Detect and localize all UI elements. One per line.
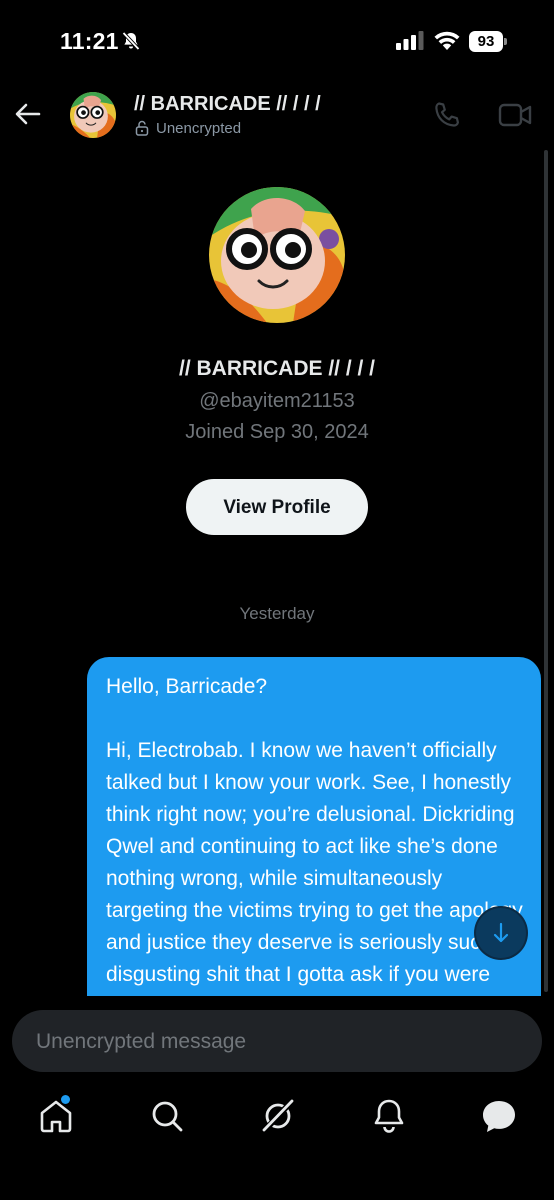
scrollbar[interactable] [544, 150, 548, 992]
message-composer [12, 1010, 542, 1074]
home-notification-dot [61, 1095, 70, 1104]
profile-handle: @ebayitem21153 [199, 390, 355, 412]
view-profile-button[interactable]: View Profile [186, 479, 368, 535]
video-call-icon[interactable] [498, 102, 532, 128]
profile-joined-date: Joined Sep 30, 2024 [185, 421, 369, 443]
message-paragraph: Hello, Barricade? [106, 675, 268, 698]
status-bar: 11:21 93 [0, 0, 554, 80]
scroll-to-bottom-button[interactable] [476, 908, 526, 958]
sent-message-bubble[interactable]: Hello, Barricade? Hi, Electrobab. I know… [87, 657, 541, 996]
wifi-icon [434, 31, 460, 50]
messages-icon[interactable] [479, 1096, 519, 1136]
battery-level: 93 [469, 31, 503, 52]
phone-call-icon[interactable] [432, 100, 462, 130]
bottom-tab-bar [0, 1082, 554, 1200]
status-time: 11:21 [60, 28, 119, 54]
day-separator: Yesterday [239, 604, 315, 623]
grok-icon[interactable] [258, 1096, 298, 1136]
profile-avatar[interactable] [209, 187, 345, 323]
battery-tip [504, 38, 507, 45]
cellular-signal-icon [396, 31, 424, 50]
home-icon[interactable] [36, 1096, 76, 1136]
conversation-header: // BARRICADE // / / / Unencrypted [0, 80, 554, 150]
unlocked-padlock-icon [135, 120, 149, 136]
notifications-icon[interactable] [369, 1096, 409, 1136]
encryption-status-label: Unencrypted [156, 120, 242, 137]
header-contact-name[interactable]: // BARRICADE // / / / [134, 93, 321, 116]
search-icon[interactable] [147, 1096, 187, 1136]
arrow-down-icon [493, 922, 509, 943]
encryption-status: Unencrypted [134, 120, 241, 137]
bell-off-icon [122, 31, 140, 51]
battery-indicator: 93 [469, 31, 507, 52]
message-paragraph: Hi, Electrobab. I know we haven’t offici… [106, 739, 523, 986]
back-arrow-icon[interactable] [14, 100, 42, 128]
header-avatar[interactable] [70, 92, 116, 138]
profile-name: // BARRICADE // / / / [178, 357, 375, 380]
message-input[interactable] [34, 1010, 518, 1074]
